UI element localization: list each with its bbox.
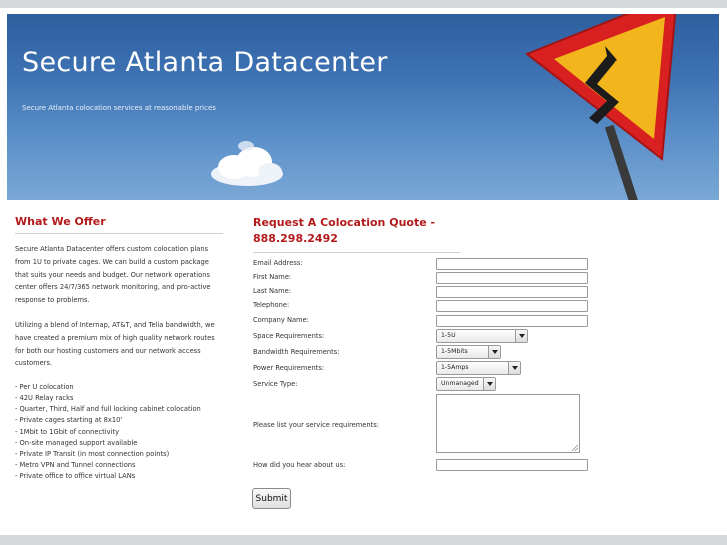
header-banner: Secure Atlanta Datacenter Secure Atlanta… — [7, 14, 719, 200]
chevron-down-icon — [488, 346, 500, 358]
email-label: Email Address: — [253, 259, 303, 267]
list-item: - 1Mbit to 1Gbit of connectivity — [15, 427, 120, 436]
last-name-label: Last Name: — [253, 287, 292, 295]
last-name-field[interactable] — [436, 286, 588, 298]
quote-heading: Request A Colocation Quote - 888.298.249… — [253, 216, 436, 245]
requirements-label: Please list your service requirements: — [253, 421, 380, 429]
service-type-label: Service Type: — [253, 380, 298, 388]
bandwidth-select[interactable]: 1-5Mbits — [436, 345, 501, 359]
space-select[interactable]: 1-5U — [436, 329, 528, 343]
power-label: Power Requirements: — [253, 364, 325, 372]
page: Secure Atlanta Datacenter Secure Atlanta… — [0, 8, 727, 535]
chevron-down-icon — [515, 330, 527, 342]
telephone-label: Telephone: — [253, 301, 290, 309]
offer-paragraph-2: Utilizing a blend of Internap, AT&T, and… — [15, 320, 215, 368]
offer-heading: What We Offer — [15, 215, 106, 228]
list-item: - 42U Relay racks — [15, 394, 74, 403]
quote-divider — [253, 252, 460, 253]
resize-grip-icon[interactable] — [572, 445, 578, 451]
bandwidth-label: Bandwidth Requirements: — [253, 348, 340, 356]
list-item: - Private IP Transit (in most connection… — [15, 449, 170, 458]
power-select-value: 1-5Amps — [441, 364, 469, 371]
requirements-textarea[interactable] — [436, 394, 580, 453]
offer-section: What We Offer Secure Atlanta Datacenter … — [15, 215, 223, 482]
company-label: Company Name: — [253, 316, 309, 324]
list-item: - On-site managed support available — [15, 438, 138, 447]
offer-divider — [15, 233, 223, 234]
email-field[interactable] — [436, 258, 588, 270]
offer-list: - Per U colocation - 42U Relay racks - Q… — [15, 382, 223, 482]
cloud-image — [211, 141, 283, 186]
submit-button[interactable]: Submit — [252, 488, 291, 509]
space-label: Space Requirements: — [253, 332, 325, 340]
site-tagline: Secure Atlanta colocation services at re… — [22, 104, 216, 112]
offer-paragraph-1: Secure Atlanta Datacenter offers custom … — [15, 245, 211, 305]
list-item: - Metro VPN and Tunnel connections — [15, 460, 136, 469]
first-name-label: First Name: — [253, 273, 292, 281]
first-name-field[interactable] — [436, 272, 588, 284]
quote-section: Request A Colocation Quote - 888.298.249… — [253, 215, 593, 253]
company-field[interactable] — [436, 315, 588, 327]
road-sign-image — [525, 14, 677, 200]
list-item: - Private cages starting at 8x10' — [15, 416, 123, 425]
list-item: - Quarter, Third, Half and full locking … — [15, 405, 201, 414]
list-item: - Private office to office virtual LANs — [15, 471, 136, 480]
site-title: Secure Atlanta Datacenter — [22, 47, 388, 78]
bandwidth-select-value: 1-5Mbits — [441, 348, 468, 355]
service-type-select-value: Unmanaged — [441, 380, 479, 387]
space-select-value: 1-5U — [441, 332, 456, 339]
telephone-field[interactable] — [436, 300, 588, 312]
chevron-down-icon — [483, 378, 495, 390]
power-select[interactable]: 1-5Amps — [436, 361, 521, 375]
list-item: - Per U colocation — [15, 383, 74, 392]
referral-label: How did you hear about us: — [253, 461, 346, 469]
chevron-down-icon — [508, 362, 520, 374]
referral-field[interactable] — [436, 459, 588, 471]
service-type-select[interactable]: Unmanaged — [436, 377, 496, 391]
